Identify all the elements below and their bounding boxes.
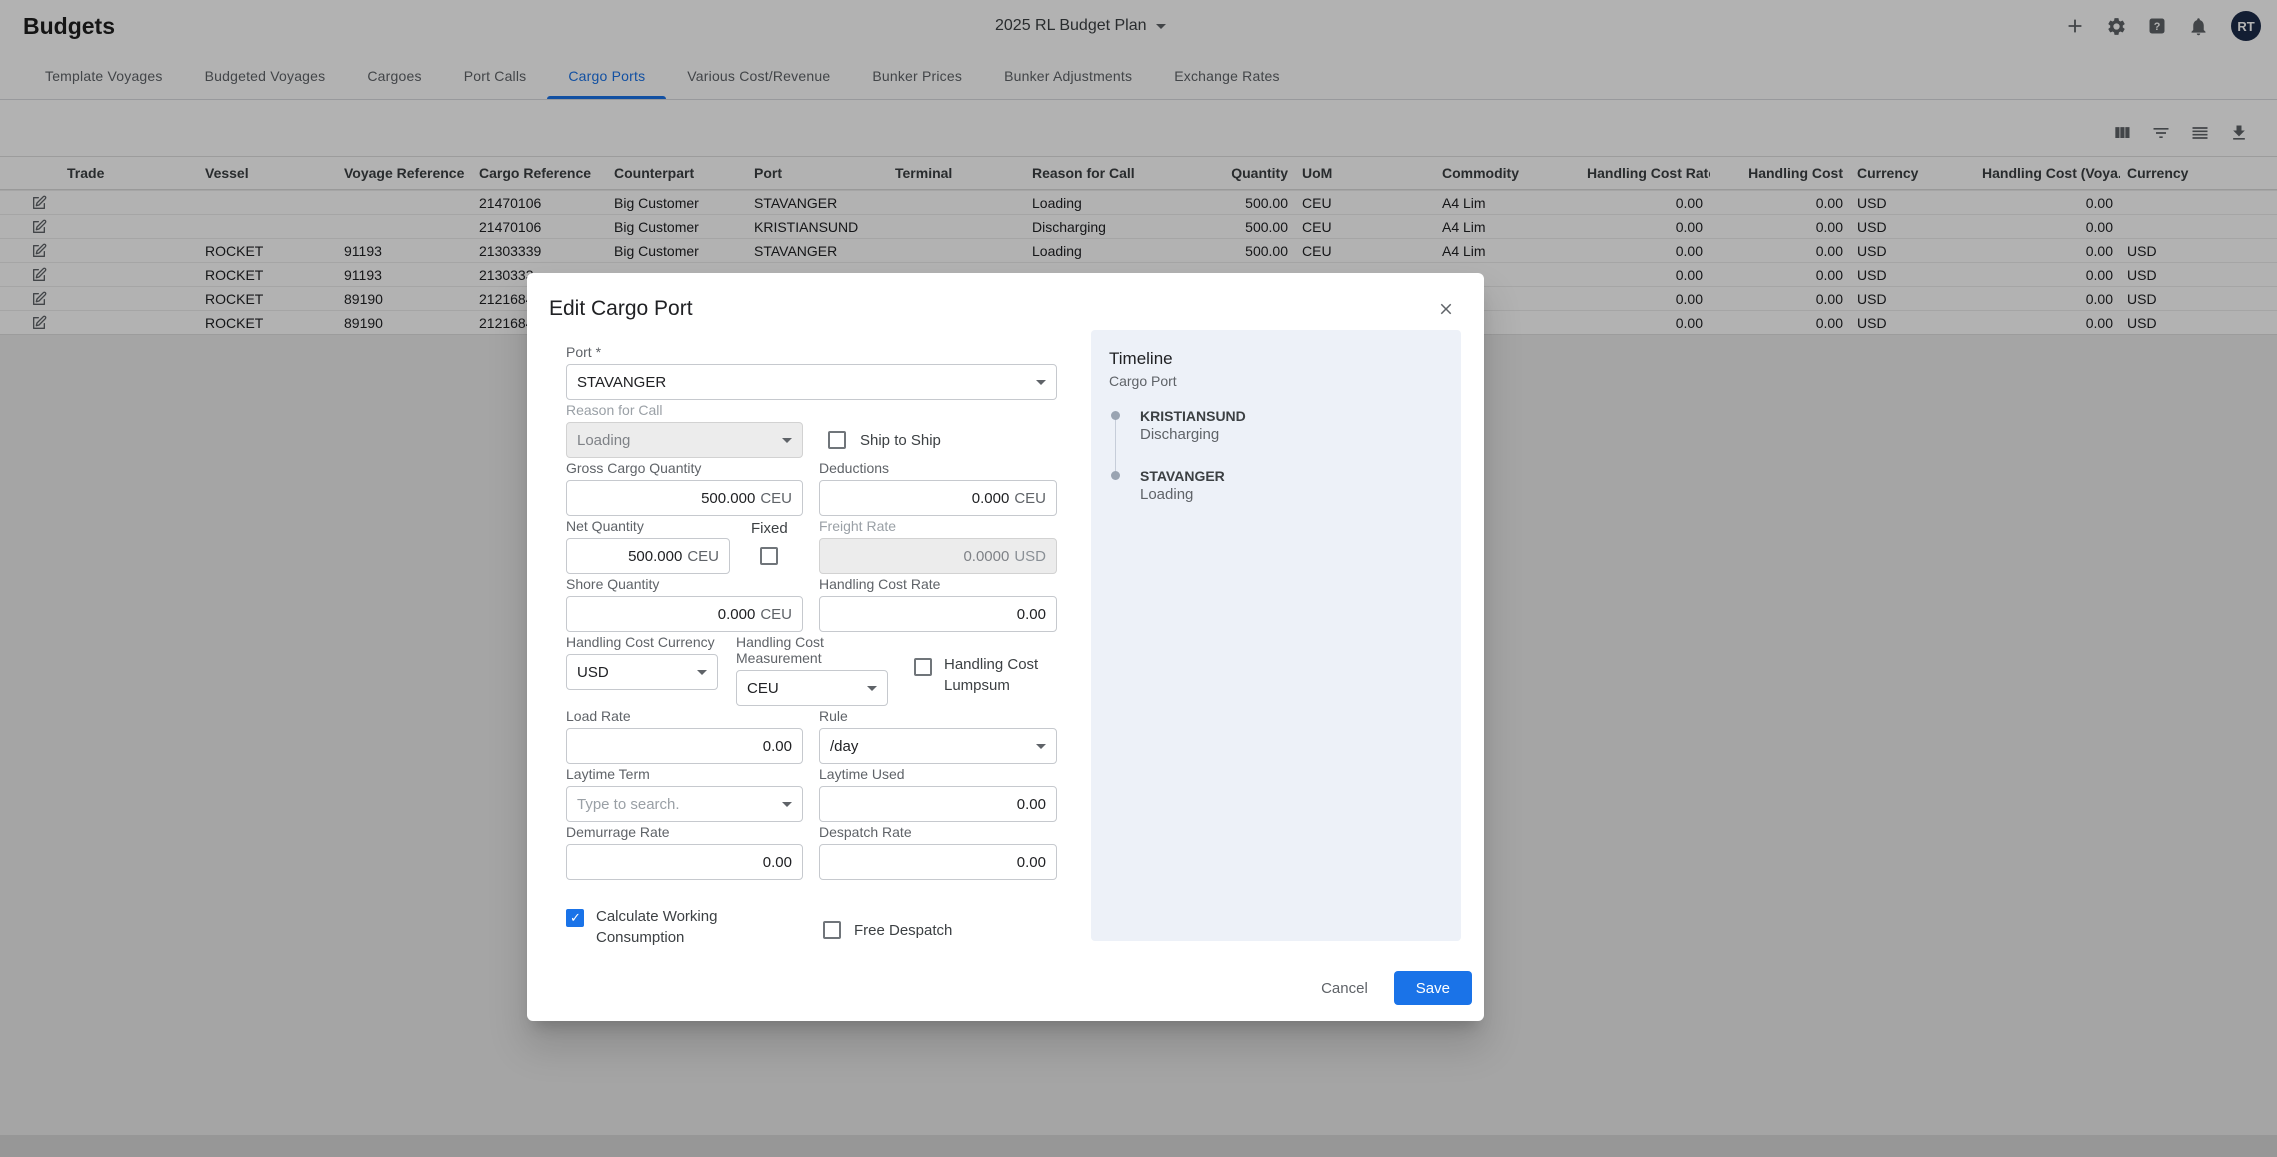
freight-rate-field: USD [819,538,1057,574]
chevron-down-icon [697,670,707,675]
despatch-rate-input[interactable] [830,854,1046,871]
free-despatch-checkbox[interactable] [823,921,841,939]
gross-cargo-quantity-input[interactable] [577,490,755,507]
dialog-body: Port * STAVANGER Reason for Call Loading [527,330,1484,948]
timeline-panel: Timeline Cargo Port KRISTIANSUNDDischarg… [1091,330,1461,941]
timeline-entries: KRISTIANSUNDDischarging STAVANGERLoading [1109,408,1443,504]
deductions-label: Deductions [819,460,1057,476]
load-rate-field [566,728,803,764]
laytime-used-input[interactable] [830,796,1046,813]
demurrage-rate-input[interactable] [577,854,792,871]
reason-for-call-value: Loading [577,432,630,449]
demurrage-rate-label: Demurrage Rate [566,824,803,840]
shore-quantity-field: CEU [566,596,803,632]
reason-for-call-label: Reason for Call [566,402,803,418]
handling-cost-rate-input[interactable] [830,606,1046,623]
net-quantity-field: CEU [566,538,730,574]
handling-cost-measurement-label: Handling Cost Measurement [736,634,888,666]
handling-cost-measurement-select[interactable]: CEU [736,670,888,706]
ship-to-ship-label: Ship to Ship [860,430,941,451]
shore-quantity-unit: CEU [760,606,792,623]
timeline-entry: STAVANGERLoading [1109,468,1443,504]
deductions-field: CEU [819,480,1057,516]
gross-cargo-quantity-field: CEU [566,480,803,516]
freight-rate-input [830,548,1009,565]
port-label: Port * [566,344,1057,360]
dialog-title: Edit Cargo Port [549,295,693,323]
dialog-header: Edit Cargo Port [527,273,1484,323]
net-quantity-input[interactable] [577,548,682,565]
freight-rate-label: Freight Rate [819,518,1057,534]
timeline-activity: Discharging [1140,425,1443,444]
cargo-port-form: Port * STAVANGER Reason for Call Loading [566,330,1057,948]
timeline-entry: KRISTIANSUNDDischarging [1109,408,1443,444]
close-button[interactable] [1432,295,1460,323]
fixed-checkbox[interactable] [760,547,778,565]
laytime-term-input[interactable] [577,796,782,813]
handling-cost-currency-label: Handling Cost Currency [566,634,718,650]
net-quantity-label: Net Quantity [566,518,730,534]
gross-cargo-quantity-unit: CEU [760,490,792,507]
handling-cost-currency-select[interactable]: USD [566,654,718,690]
despatch-rate-label: Despatch Rate [819,824,1057,840]
laytime-used-field [819,786,1057,822]
gross-cargo-quantity-label: Gross Cargo Quantity [566,460,803,476]
port-select[interactable]: STAVANGER [566,364,1057,400]
demurrage-rate-field [566,844,803,880]
load-rate-label: Load Rate [566,708,803,724]
chevron-down-icon [867,686,877,691]
chevron-down-icon [1036,380,1046,385]
handling-cost-currency-value: USD [577,664,609,681]
rule-label: Rule [819,708,1057,724]
calculate-working-consumption-label: Calculate Working Consumption [596,906,738,948]
despatch-rate-field [819,844,1057,880]
reason-for-call-select: Loading [566,422,803,458]
dialog-footer: Cancel Save [1305,971,1472,1005]
chevron-down-icon [782,802,792,807]
handling-cost-lumpsum-label: Handling Cost Lumpsum [944,654,1056,696]
laytime-term-combobox[interactable] [566,786,803,822]
ship-to-ship-checkbox[interactable] [828,431,846,449]
freight-rate-unit: USD [1014,548,1046,565]
timeline-port: KRISTIANSUND [1140,408,1443,425]
shore-quantity-input[interactable] [577,606,755,623]
shore-quantity-label: Shore Quantity [566,576,803,592]
timeline-dot-icon [1111,411,1120,420]
chevron-down-icon [1036,744,1046,749]
timeline-activity: Loading [1140,485,1443,504]
timeline-port: STAVANGER [1140,468,1443,485]
net-quantity-unit: CEU [687,548,719,565]
free-despatch-label: Free Despatch [854,920,952,941]
rule-select[interactable]: /day [819,728,1057,764]
port-value: STAVANGER [577,374,666,391]
close-icon [1437,300,1455,318]
timeline-dot-icon [1111,471,1120,480]
fixed-label: Fixed [751,518,788,539]
handling-cost-rate-field [819,596,1057,632]
edit-cargo-port-dialog: Edit Cargo Port Port * STAVANGER Reason … [527,273,1484,1021]
chevron-down-icon [782,438,792,443]
handling-cost-rate-label: Handling Cost Rate [819,576,1057,592]
calculate-working-consumption-checkbox[interactable] [566,909,584,927]
handling-cost-lumpsum-checkbox[interactable] [914,658,932,676]
deductions-input[interactable] [830,490,1009,507]
timeline-title: Timeline [1109,348,1443,370]
handling-cost-measurement-value: CEU [747,680,779,697]
cancel-button[interactable]: Cancel [1305,972,1384,1005]
load-rate-input[interactable] [577,738,792,755]
laytime-term-label: Laytime Term [566,766,803,782]
rule-value: /day [830,738,858,755]
save-button[interactable]: Save [1394,971,1472,1005]
timeline-subtitle: Cargo Port [1109,372,1443,390]
laytime-used-label: Laytime Used [819,766,1057,782]
deductions-unit: CEU [1014,490,1046,507]
